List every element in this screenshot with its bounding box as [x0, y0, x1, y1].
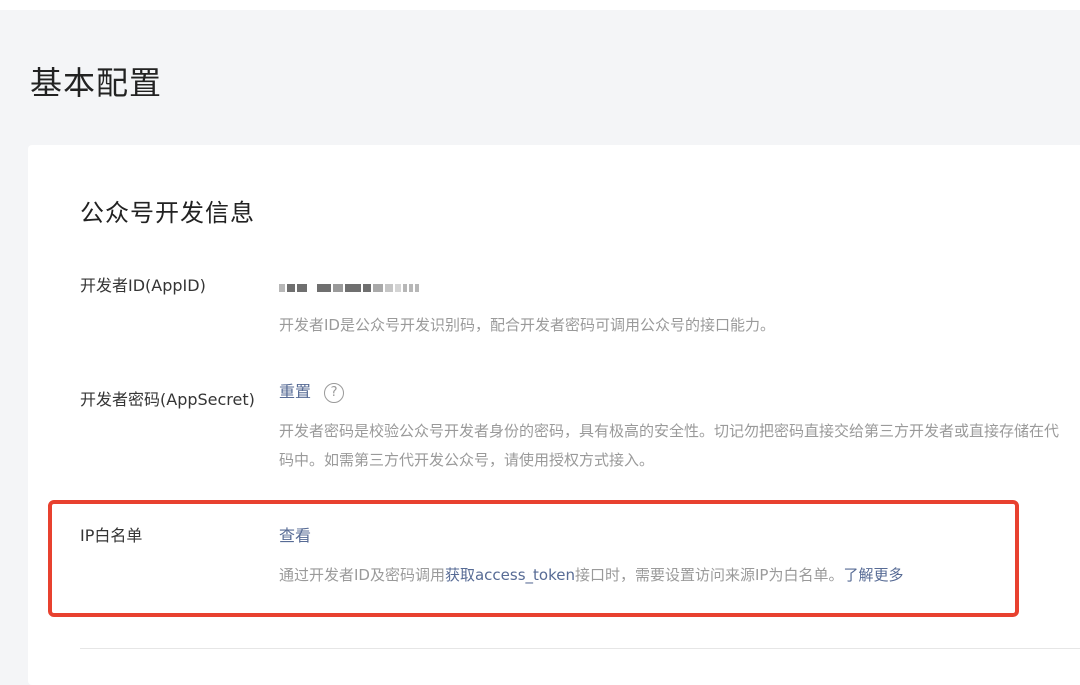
page-title: 基本配置	[30, 64, 163, 102]
appid-label: 开发者ID(AppID)	[80, 276, 206, 295]
appsecret-actions: 重置 ?	[279, 379, 345, 405]
top-bar	[0, 0, 1080, 10]
help-icon[interactable]: ?	[324, 382, 345, 403]
appsecret-label: 开发者密码(AppSecret)	[80, 390, 255, 409]
reset-secret-link[interactable]: 重置	[279, 382, 311, 401]
divider	[80, 648, 1080, 649]
appid-masked-value	[279, 284, 419, 292]
ip-whitelist-highlight	[48, 500, 1019, 617]
section-title: 公众号开发信息	[80, 199, 255, 227]
appid-desc: 开发者ID是公众号开发识别码，配合开发者密码可调用公众号的接口能力。	[279, 316, 775, 334]
appsecret-desc: 开发者密码是校验公众号开发者身份的密码，具有极高的安全性。切记勿把密码直接交给第…	[279, 422, 1060, 469]
